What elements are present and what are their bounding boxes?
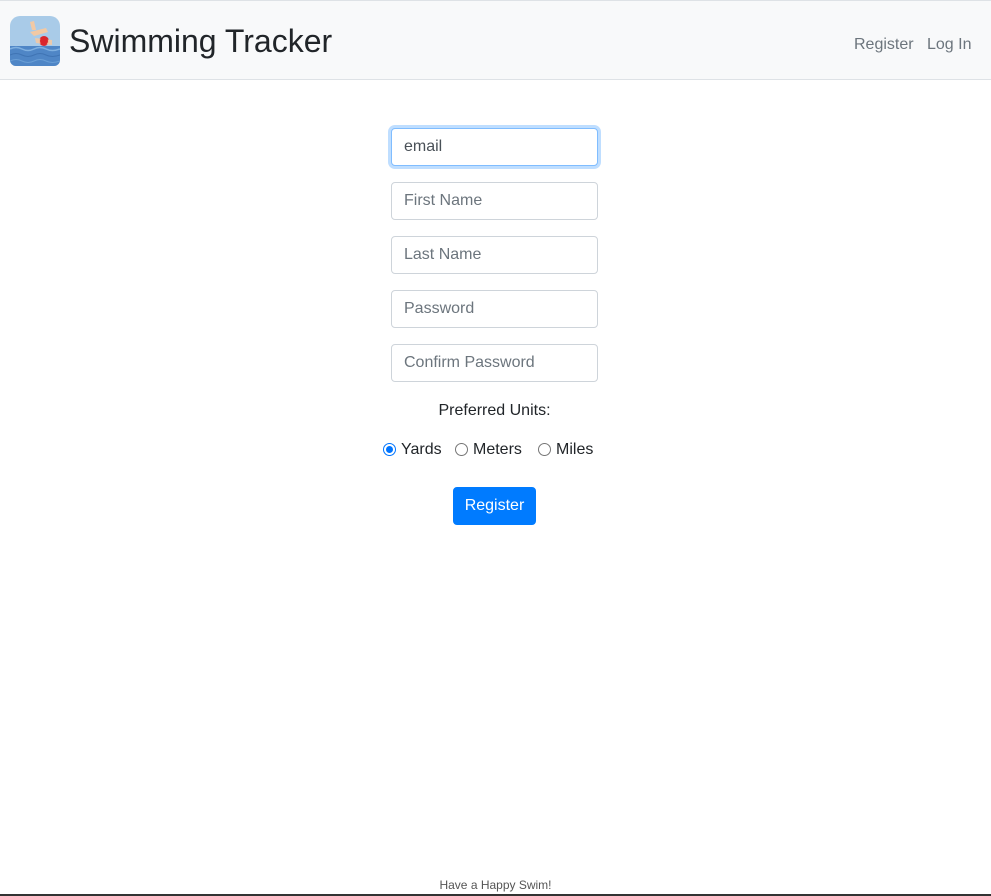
meters-radio[interactable] (455, 443, 468, 456)
yards-radio-label[interactable]: Yards (401, 440, 442, 460)
preferred-units-label: Preferred Units: (438, 402, 551, 419)
navbar: Swimming Tracker Register Log In (0, 0, 991, 80)
miles-radio[interactable] (538, 443, 551, 456)
swimmer-logo-icon[interactable] (10, 16, 60, 66)
register-button[interactable]: Register (453, 487, 536, 525)
miles-radio-label[interactable]: Miles (556, 440, 593, 460)
nav-login-link[interactable]: Log In (927, 35, 971, 55)
footer-text: Have a Happy Swim! (439, 878, 552, 892)
confirm-password-input[interactable] (391, 344, 598, 382)
app-title[interactable]: Swimming Tracker (69, 21, 332, 61)
yards-radio[interactable] (383, 443, 396, 456)
email-input[interactable] (391, 128, 598, 166)
meters-radio-label[interactable]: Meters (473, 440, 522, 460)
nav-register-link[interactable]: Register (854, 35, 914, 55)
password-input[interactable] (391, 290, 598, 328)
last-name-input[interactable] (391, 236, 598, 274)
first-name-input[interactable] (391, 182, 598, 220)
units-radio-group: Yards Meters Miles (0, 440, 991, 460)
